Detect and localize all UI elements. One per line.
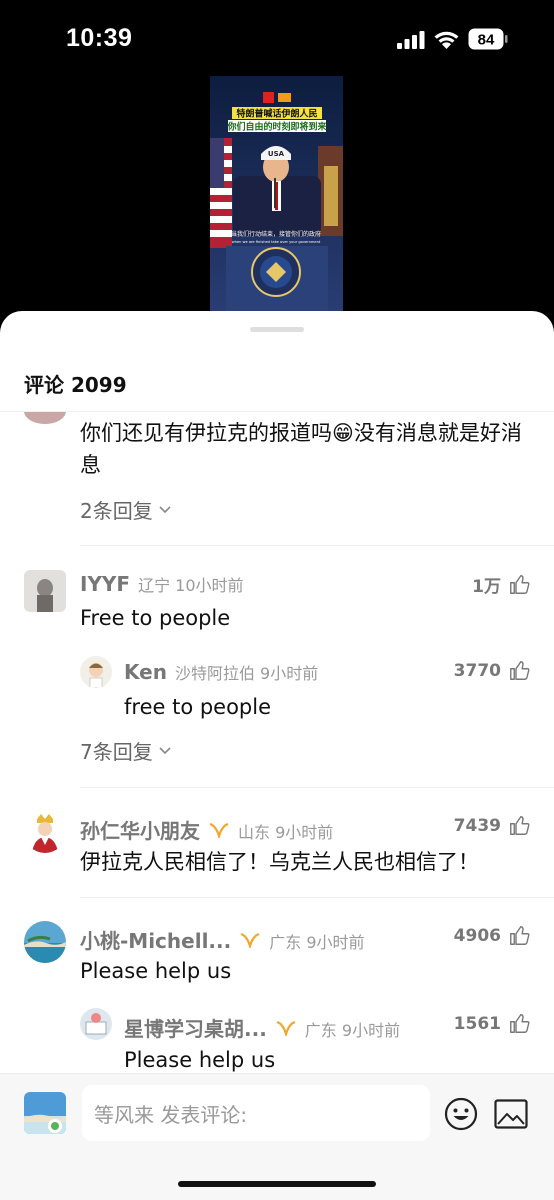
vip-badge-icon xyxy=(276,1020,296,1036)
thumbs-up-icon xyxy=(510,1014,530,1033)
image-icon[interactable] xyxy=(494,1099,528,1129)
home-indicator xyxy=(178,1181,376,1187)
vip-badge-icon xyxy=(240,932,260,948)
username[interactable]: 小桃-Michell... xyxy=(80,925,231,954)
expand-replies-button[interactable]: 2条回复 xyxy=(80,495,171,524)
avatar[interactable] xyxy=(80,656,112,688)
status-bar: 10:39 84 xyxy=(0,0,554,80)
video-headline-2: 你们自由的时刻即将到来 xyxy=(226,121,327,133)
username[interactable]: 孙仁华小朋友 xyxy=(80,815,200,844)
expand-replies-button[interactable]: 7条回复 xyxy=(80,736,171,765)
comment-composer-bar: 等风来 发表评论: xyxy=(0,1073,554,1200)
comment-meta: 孙仁华小朋友 山东 9小时前 xyxy=(80,815,333,844)
comment-text: Please help us xyxy=(80,959,232,983)
video-frame: 特朗普喊话伊朗人民 你们自由的时刻即将到来 USA 当我们行动结束，接管你们的政… xyxy=(210,76,343,312)
like-count: 1561 xyxy=(453,1013,501,1034)
username[interactable]: IYYF xyxy=(80,572,130,596)
comment-divider xyxy=(80,787,554,788)
thumbs-up-icon xyxy=(510,926,530,945)
avatar[interactable] xyxy=(24,811,66,853)
my-avatar[interactable] xyxy=(24,1092,66,1134)
location-time: 广东 9小时前 xyxy=(269,933,365,952)
reply-text: free to people xyxy=(124,695,272,719)
replies-count-label: 7条回复 xyxy=(80,740,153,764)
like-count: 4906 xyxy=(453,925,501,946)
cellular-signal-icon xyxy=(397,31,425,49)
battery-icon: 84 xyxy=(468,28,508,50)
video-subtitle-en: when we are finished take over your gove… xyxy=(232,240,321,244)
like-button[interactable]: 3770 xyxy=(454,660,530,681)
chevron-down-icon xyxy=(159,505,171,513)
comments-count: 2099 xyxy=(70,373,127,397)
avatar[interactable] xyxy=(24,412,66,424)
comments-title: 评论 2099 xyxy=(24,369,127,398)
avatar[interactable] xyxy=(24,570,66,612)
video-cap-text: USA xyxy=(268,150,285,158)
like-count: 1万 xyxy=(472,577,501,597)
location-time: 沙特阿拉伯 9小时前 xyxy=(174,664,319,683)
avatar[interactable] xyxy=(80,1008,112,1040)
comment-input-placeholder: 等风来 发表评论: xyxy=(94,1102,248,1127)
reply-meta: 星博学习桌胡... 广东 9小时前 xyxy=(124,1013,400,1042)
like-count: 3770 xyxy=(453,660,501,681)
video-player[interactable]: 特朗普喊话伊朗人民 你们自由的时刻即将到来 USA 当我们行动结束，接管你们的政… xyxy=(210,76,343,312)
comment-text: Free to people xyxy=(80,606,231,630)
like-button[interactable]: 4906 xyxy=(454,925,530,946)
like-button[interactable]: 1万 xyxy=(472,572,530,597)
chevron-down-icon xyxy=(159,746,171,754)
reply-meta: Ken 沙特阿拉伯 9小时前 xyxy=(124,660,318,684)
comment-input[interactable]: 等风来 发表评论: xyxy=(82,1085,430,1141)
video-headline-1: 特朗普喊话伊朗人民 xyxy=(236,108,317,120)
comment-meta: IYYF 辽宁 10小时前 xyxy=(80,572,244,596)
reply-text: Please help us xyxy=(124,1048,276,1072)
like-button[interactable]: 7439 xyxy=(454,815,530,836)
comment-text: 伊拉克人民相信了！乌克兰人民也相信了！ xyxy=(80,850,479,874)
location-time: 辽宁 10小时前 xyxy=(138,576,244,595)
location-time: 广东 9小时前 xyxy=(304,1021,401,1040)
comment-sheet: 评论 2099 你们还见有伊拉克的报道吗😁没有消息就是好消息 2条回复 IYYF… xyxy=(0,311,554,1200)
comments-label: 评论 xyxy=(24,373,64,397)
avatar[interactable] xyxy=(24,921,66,963)
video-subtitle-cn: 当我们行动结束，接管你们的政府 xyxy=(231,230,321,238)
sheet-drag-handle[interactable] xyxy=(250,327,304,332)
location-time: 山东 9小时前 xyxy=(238,823,334,842)
comment-divider xyxy=(80,897,554,898)
wifi-icon xyxy=(434,31,459,49)
thumbs-up-icon xyxy=(510,661,530,680)
like-button[interactable]: 1561 xyxy=(454,1013,530,1034)
comment-divider xyxy=(80,545,554,546)
battery-level: 84 xyxy=(478,32,495,49)
thumbs-up-icon xyxy=(510,816,530,835)
thumbs-up-icon xyxy=(510,575,530,594)
vip-badge-icon xyxy=(209,822,229,838)
replies-count-label: 2条回复 xyxy=(80,499,153,523)
username[interactable]: 星博学习桌胡... xyxy=(124,1013,267,1042)
comment-list[interactable]: 你们还见有伊拉克的报道吗😁没有消息就是好消息 2条回复 IYYF 辽宁 10小时… xyxy=(0,412,554,1073)
like-count: 7439 xyxy=(453,815,501,836)
comment-text: 你们还见有伊拉克的报道吗😁没有消息就是好消息 xyxy=(80,421,522,477)
username[interactable]: Ken xyxy=(124,660,167,684)
comment-meta: 小桃-Michell... 广东 9小时前 xyxy=(80,925,365,954)
status-time: 10:39 xyxy=(66,24,133,52)
emoji-icon[interactable] xyxy=(444,1097,478,1131)
